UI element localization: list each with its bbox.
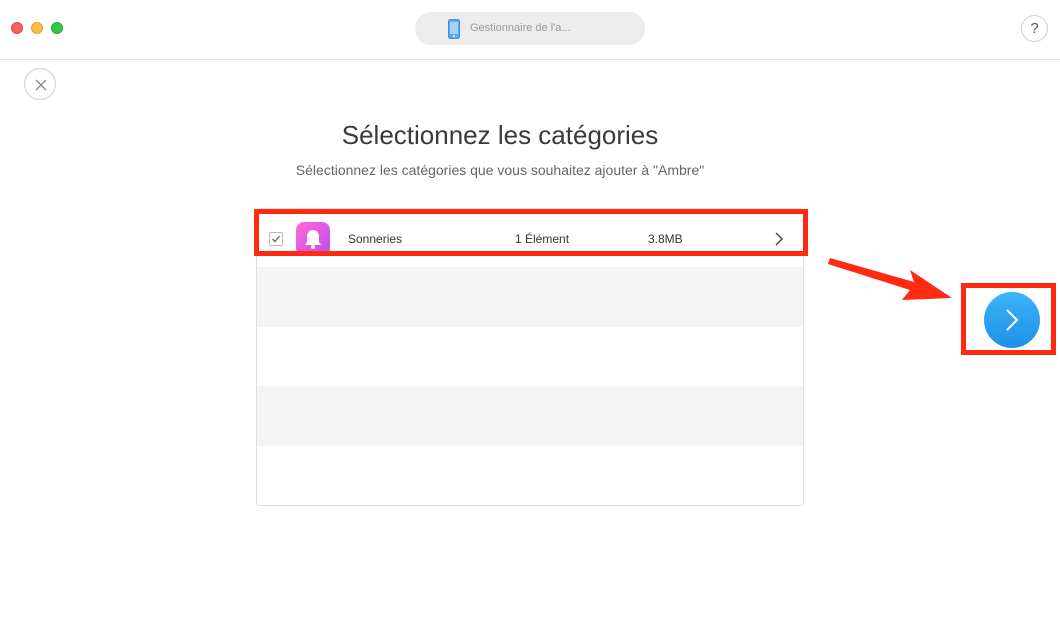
phone-icon	[448, 19, 460, 39]
highlight-box-row	[254, 209, 808, 256]
help-button[interactable]: ?	[1021, 15, 1048, 42]
page-subtitle: Sélectionnez les catégories que vous sou…	[295, 162, 705, 178]
empty-row	[257, 267, 803, 327]
app-window: Gestionnaire de l'a... ? Sélectionnez le…	[0, 0, 1060, 635]
close-icon	[35, 79, 47, 91]
window-minimize-button[interactable]	[31, 22, 43, 34]
title-bar: Gestionnaire de l'a... ?	[0, 0, 1060, 60]
window-close-button[interactable]	[11, 22, 23, 34]
next-button[interactable]	[984, 292, 1040, 348]
window-maximize-button[interactable]	[51, 22, 63, 34]
chevron-right-icon	[1006, 309, 1019, 331]
page-title: Sélectionnez les catégories	[341, 120, 659, 150]
empty-row	[257, 386, 803, 446]
device-selector[interactable]: Gestionnaire de l'a...	[415, 12, 645, 45]
device-name: Gestionnaire de l'a...	[470, 22, 571, 34]
close-button[interactable]	[24, 68, 56, 100]
annotation-arrow-icon	[828, 258, 952, 300]
